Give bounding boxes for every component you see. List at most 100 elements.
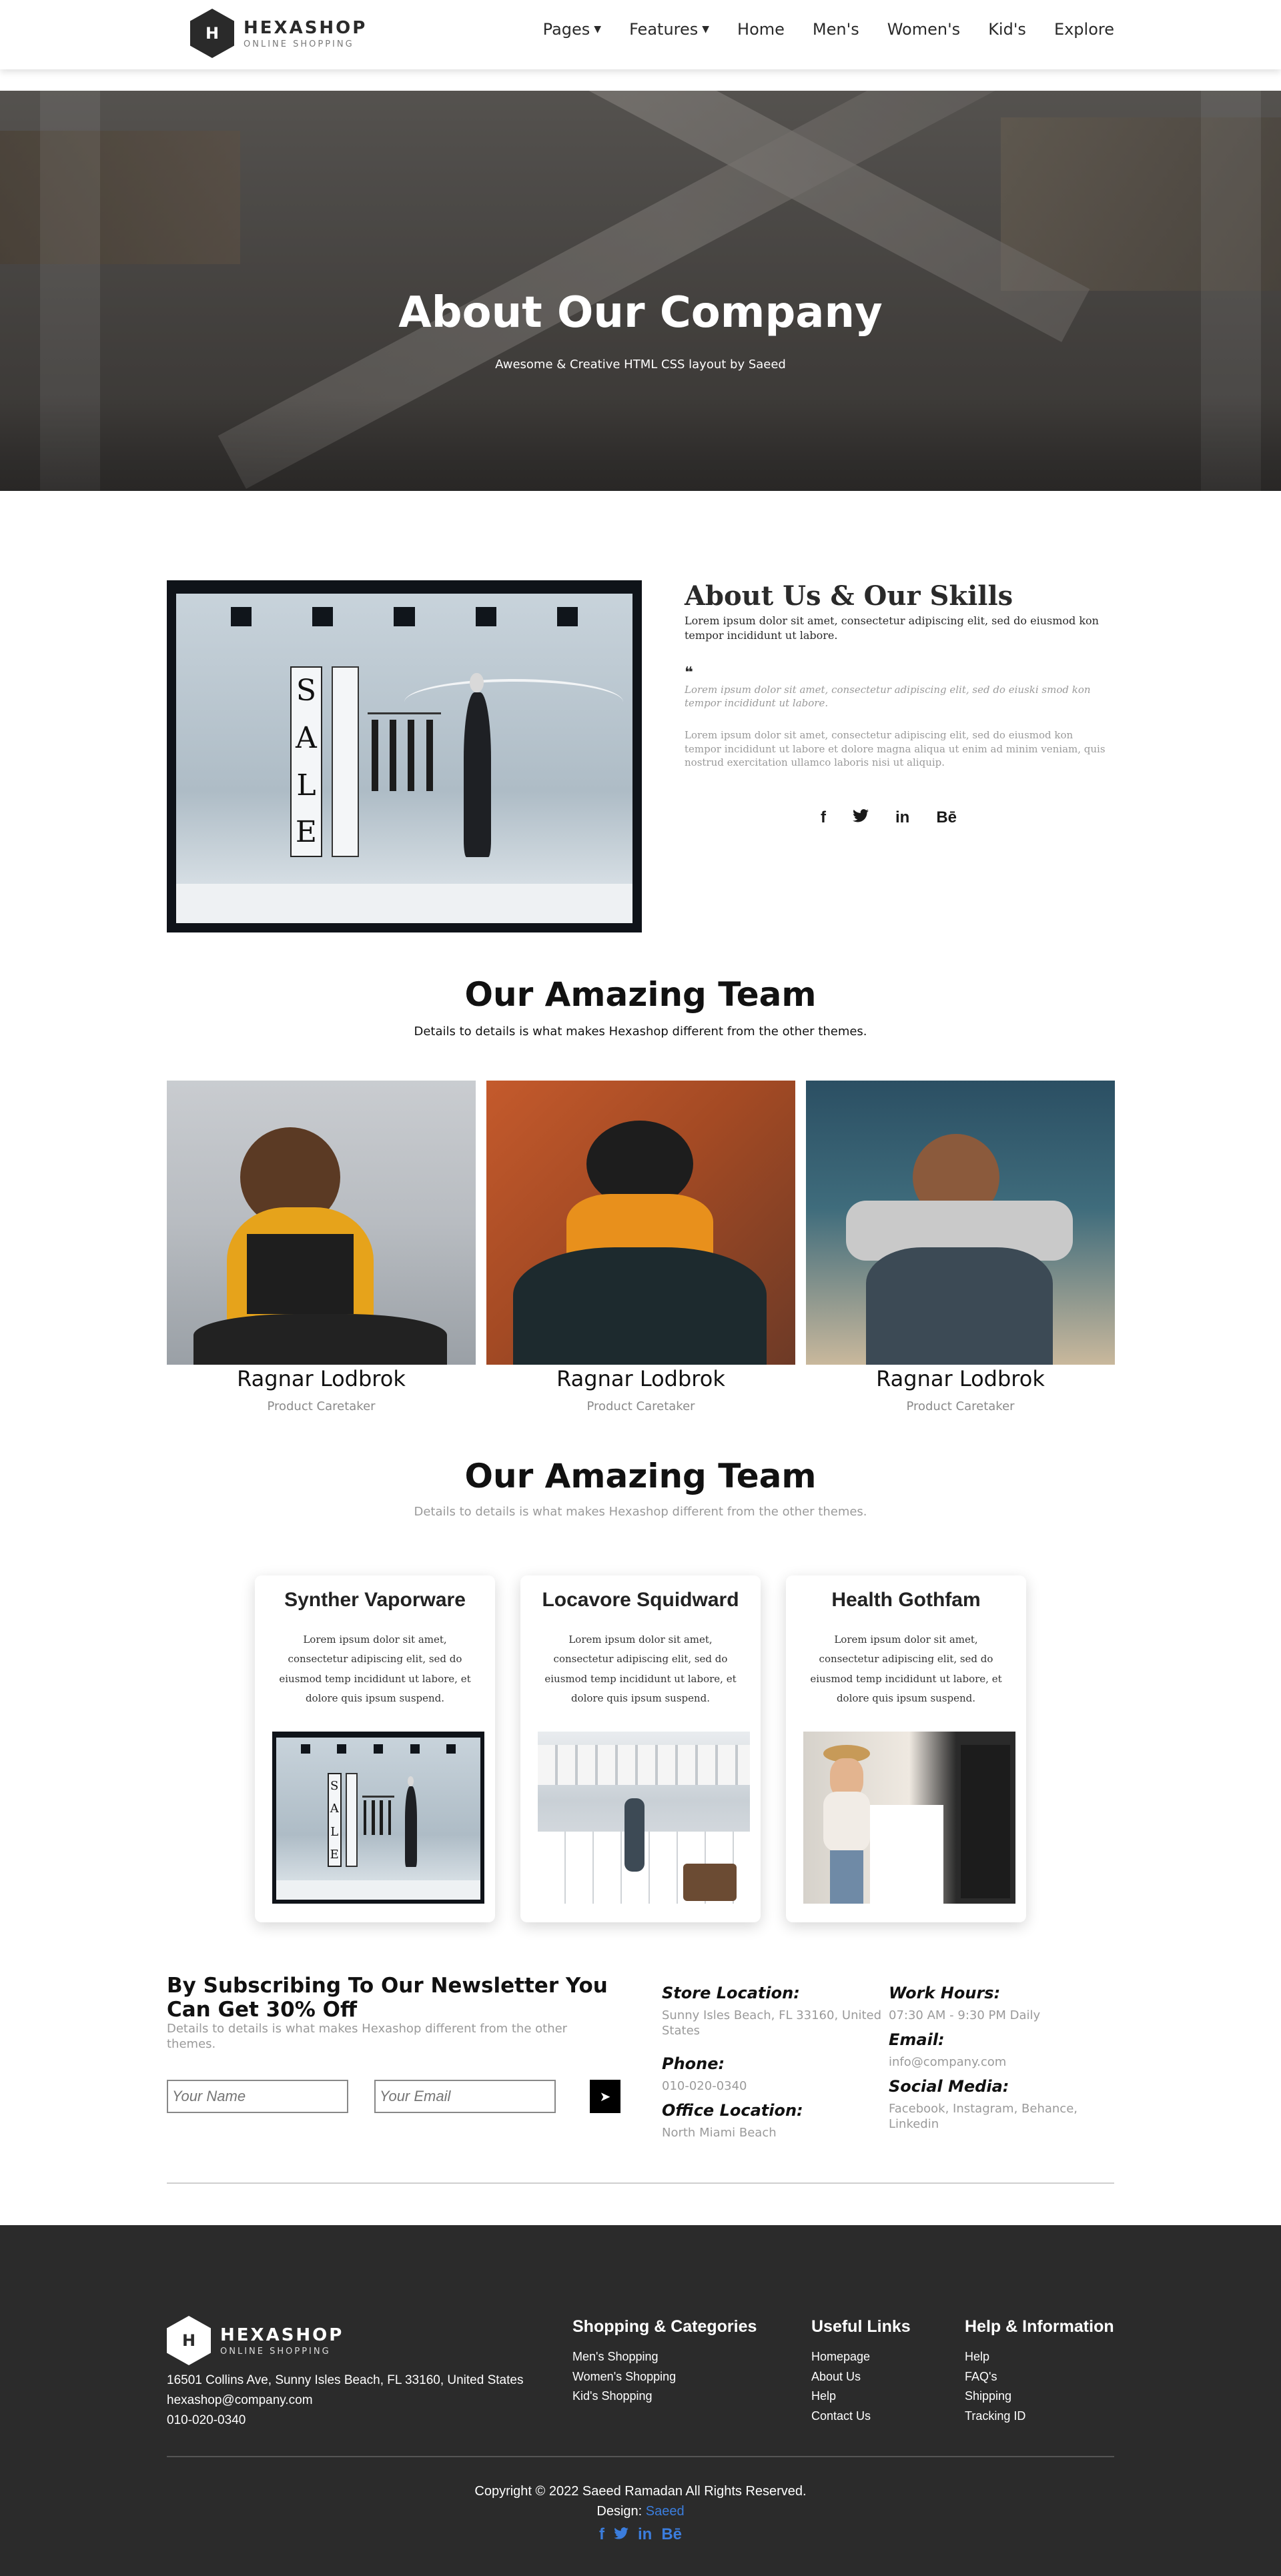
nav-item-home[interactable]: Home bbox=[737, 20, 785, 39]
card-text: Lorem ipsum dolor sit amet, consectetur … bbox=[544, 1634, 737, 1704]
quote-icon: ❝ bbox=[685, 664, 693, 681]
hero-banner: About Our Company Awesome & Creative HTM… bbox=[0, 91, 1281, 491]
footer-link[interactable]: FAQ's bbox=[965, 2367, 1114, 2387]
footer-link[interactable]: Help bbox=[811, 2387, 911, 2407]
footer-logo[interactable]: H HEXASHOP ONLINE SHOPPING bbox=[167, 2316, 344, 2365]
work-hours-label: Work Hours: bbox=[889, 1984, 1001, 2002]
footer-col-shopping: Shopping & Categories Men's Shopping Wom… bbox=[572, 2317, 757, 2407]
facebook-icon[interactable]: f bbox=[821, 808, 826, 827]
about-store-image: SALE bbox=[167, 580, 642, 932]
about-title: About Us & Our Skills bbox=[685, 580, 1013, 612]
caret-down-icon: ▼ bbox=[594, 24, 602, 35]
footer-link[interactable]: Contact Us bbox=[811, 2407, 911, 2427]
brand-tagline: ONLINE SHOPPING bbox=[220, 2346, 331, 2357]
twitter-icon[interactable] bbox=[853, 808, 869, 827]
footer-col-title: Useful Links bbox=[811, 2317, 911, 2336]
social-media-label: Social Media: bbox=[889, 2077, 1009, 2096]
footer-link[interactable]: Women's Shopping bbox=[572, 2367, 757, 2387]
nav-item-mens[interactable]: Men's bbox=[813, 20, 859, 39]
main-nav: Pages ▼ Features ▼ Home Men's Women's Kid'… bbox=[543, 20, 1114, 39]
card-text: Lorem ipsum dolor sit amet, consectetur … bbox=[279, 1634, 471, 1704]
card-text: Lorem ipsum dolor sit amet, consectetur … bbox=[810, 1634, 1002, 1704]
name-input[interactable] bbox=[167, 2080, 348, 2113]
footer-phone: 010-020-0340 bbox=[167, 2413, 246, 2427]
email-label: Email: bbox=[889, 2030, 945, 2049]
team-member-name: Ragnar Lodbrok bbox=[556, 1366, 725, 1391]
site-header: H HEXASHOP ONLINE SHOPPING Pages ▼ Featur… bbox=[0, 0, 1281, 69]
caret-down-icon: ▼ bbox=[702, 24, 710, 35]
brand-name: HEXASHOP bbox=[244, 17, 368, 38]
team-member-role: Product Caretaker bbox=[586, 1399, 695, 1413]
footer-email[interactable]: hexashop@company.com bbox=[167, 2393, 313, 2408]
nav-item-features[interactable]: Features ▼ bbox=[629, 20, 709, 39]
team-member-name: Ragnar Lodbrok bbox=[876, 1366, 1045, 1391]
footer-link[interactable]: Men's Shopping bbox=[572, 2347, 757, 2367]
team-title: Our Amazing Team bbox=[464, 975, 817, 1014]
hero-subtitle: Awesome & Creative HTML CSS layout by Sa… bbox=[495, 358, 786, 372]
footer-link[interactable]: Kid's Shopping bbox=[572, 2387, 757, 2407]
feature-card: Locavore Squidward Lorem ipsum dolor sit… bbox=[520, 1575, 761, 1922]
brand-name: HEXASHOP bbox=[220, 2325, 344, 2345]
sale-sign: SALE bbox=[290, 666, 322, 858]
footer-link[interactable]: Homepage bbox=[811, 2347, 911, 2367]
phone-label: Phone: bbox=[662, 2054, 725, 2073]
behance-icon[interactable]: Bē bbox=[936, 808, 957, 827]
copyright: Copyright © 2022 Saeed Ramadan All Right… bbox=[474, 2484, 807, 2499]
store-location-label: Store Location: bbox=[662, 1984, 800, 2002]
design-credit: Design: Saeed bbox=[596, 2504, 685, 2519]
team-member-role: Product Caretaker bbox=[267, 1399, 376, 1413]
footer-socials: f in Bē bbox=[0, 2525, 1281, 2544]
feature-card: Health Gothfam Lorem ipsum dolor sit ame… bbox=[786, 1575, 1026, 1922]
about-paragraph-2: Lorem ipsum dolor sit amet, consectetur … bbox=[685, 729, 1106, 769]
about-paragraph: Lorem ipsum dolor sit amet, consectetur … bbox=[685, 614, 1099, 642]
card-store-image bbox=[538, 1732, 750, 1904]
brand-logo[interactable]: H HEXASHOP ONLINE SHOPPING bbox=[190, 8, 367, 59]
facebook-icon[interactable]: f bbox=[599, 2525, 604, 2544]
footer-col-title: Shopping & Categories bbox=[572, 2317, 757, 2336]
card-title: Synther Vaporware bbox=[284, 1589, 466, 1611]
footer-link[interactable]: Tracking ID bbox=[965, 2407, 1114, 2427]
team2-title: Our Amazing Team bbox=[464, 1457, 817, 1495]
paper-plane-icon: ➤ bbox=[599, 2089, 611, 2104]
team-photo-2 bbox=[486, 1081, 795, 1365]
card-store-image: SALE bbox=[272, 1732, 484, 1904]
feature-card: Synther Vaporware Lorem ipsum dolor sit … bbox=[255, 1575, 495, 1922]
footer-col-useful-links: Useful Links Homepage About Us Help Cont… bbox=[811, 2317, 911, 2427]
team-subtitle: Details to details is what makes Hexasho… bbox=[414, 1025, 867, 1039]
subscribe-button[interactable]: ➤ bbox=[590, 2080, 620, 2113]
design-author-link[interactable]: Saeed bbox=[646, 2504, 685, 2519]
hexagon-logo-icon: H bbox=[190, 9, 234, 58]
linkedin-icon[interactable]: in bbox=[895, 808, 909, 827]
team2-subtitle: Details to details is what makes Hexasho… bbox=[414, 1505, 867, 1519]
behance-icon[interactable]: Bē bbox=[661, 2525, 682, 2544]
footer-link[interactable]: Help bbox=[965, 2347, 1114, 2367]
divider bbox=[167, 2182, 1114, 2184]
nav-item-pages[interactable]: Pages ▼ bbox=[543, 20, 601, 39]
footer-divider bbox=[167, 2456, 1114, 2457]
site-footer: H HEXASHOP ONLINE SHOPPING 16501 Collins… bbox=[0, 2225, 1281, 2576]
footer-link[interactable]: Shipping bbox=[965, 2387, 1114, 2407]
hexagon-logo-icon: H bbox=[167, 2316, 211, 2365]
footer-address: 16501 Collins Ave, Sunny Isles Beach, FL… bbox=[167, 2373, 524, 2387]
newsletter-subtitle: Details to details is what makes Hexasho… bbox=[167, 2022, 568, 2052]
card-title: Health Gothfam bbox=[831, 1589, 981, 1611]
team-photo-1 bbox=[167, 1081, 476, 1365]
phone-value: 010-020-0340 bbox=[662, 2079, 747, 2093]
team-photo-3 bbox=[806, 1081, 1115, 1365]
about-quote: Lorem ipsum dolor sit amet, consectetur … bbox=[685, 684, 1091, 710]
footer-col-help: Help & Information Help FAQ's Shipping T… bbox=[965, 2317, 1114, 2427]
store-location-value: Sunny Isles Beach, FL 33160, United Stat… bbox=[662, 2008, 882, 2038]
hero-title: About Our Company bbox=[398, 288, 883, 338]
newsletter-title: By Subscribing To Our Newsletter You Can… bbox=[167, 1974, 608, 2022]
footer-link[interactable]: About Us bbox=[811, 2367, 911, 2387]
nav-item-womens[interactable]: Women's bbox=[887, 20, 960, 39]
email-value[interactable]: info@company.com bbox=[889, 2054, 1006, 2070]
team-member-name: Ragnar Lodbrok bbox=[237, 1366, 406, 1391]
nav-item-explore[interactable]: Explore bbox=[1054, 20, 1114, 39]
work-hours-value: 07:30 AM - 9:30 PM Daily bbox=[889, 2008, 1041, 2022]
twitter-icon[interactable] bbox=[614, 2525, 628, 2544]
footer-col-title: Help & Information bbox=[965, 2317, 1114, 2336]
nav-item-kids[interactable]: Kid's bbox=[988, 20, 1026, 39]
linkedin-icon[interactable]: in bbox=[638, 2525, 652, 2544]
email-input[interactable] bbox=[374, 2080, 556, 2113]
